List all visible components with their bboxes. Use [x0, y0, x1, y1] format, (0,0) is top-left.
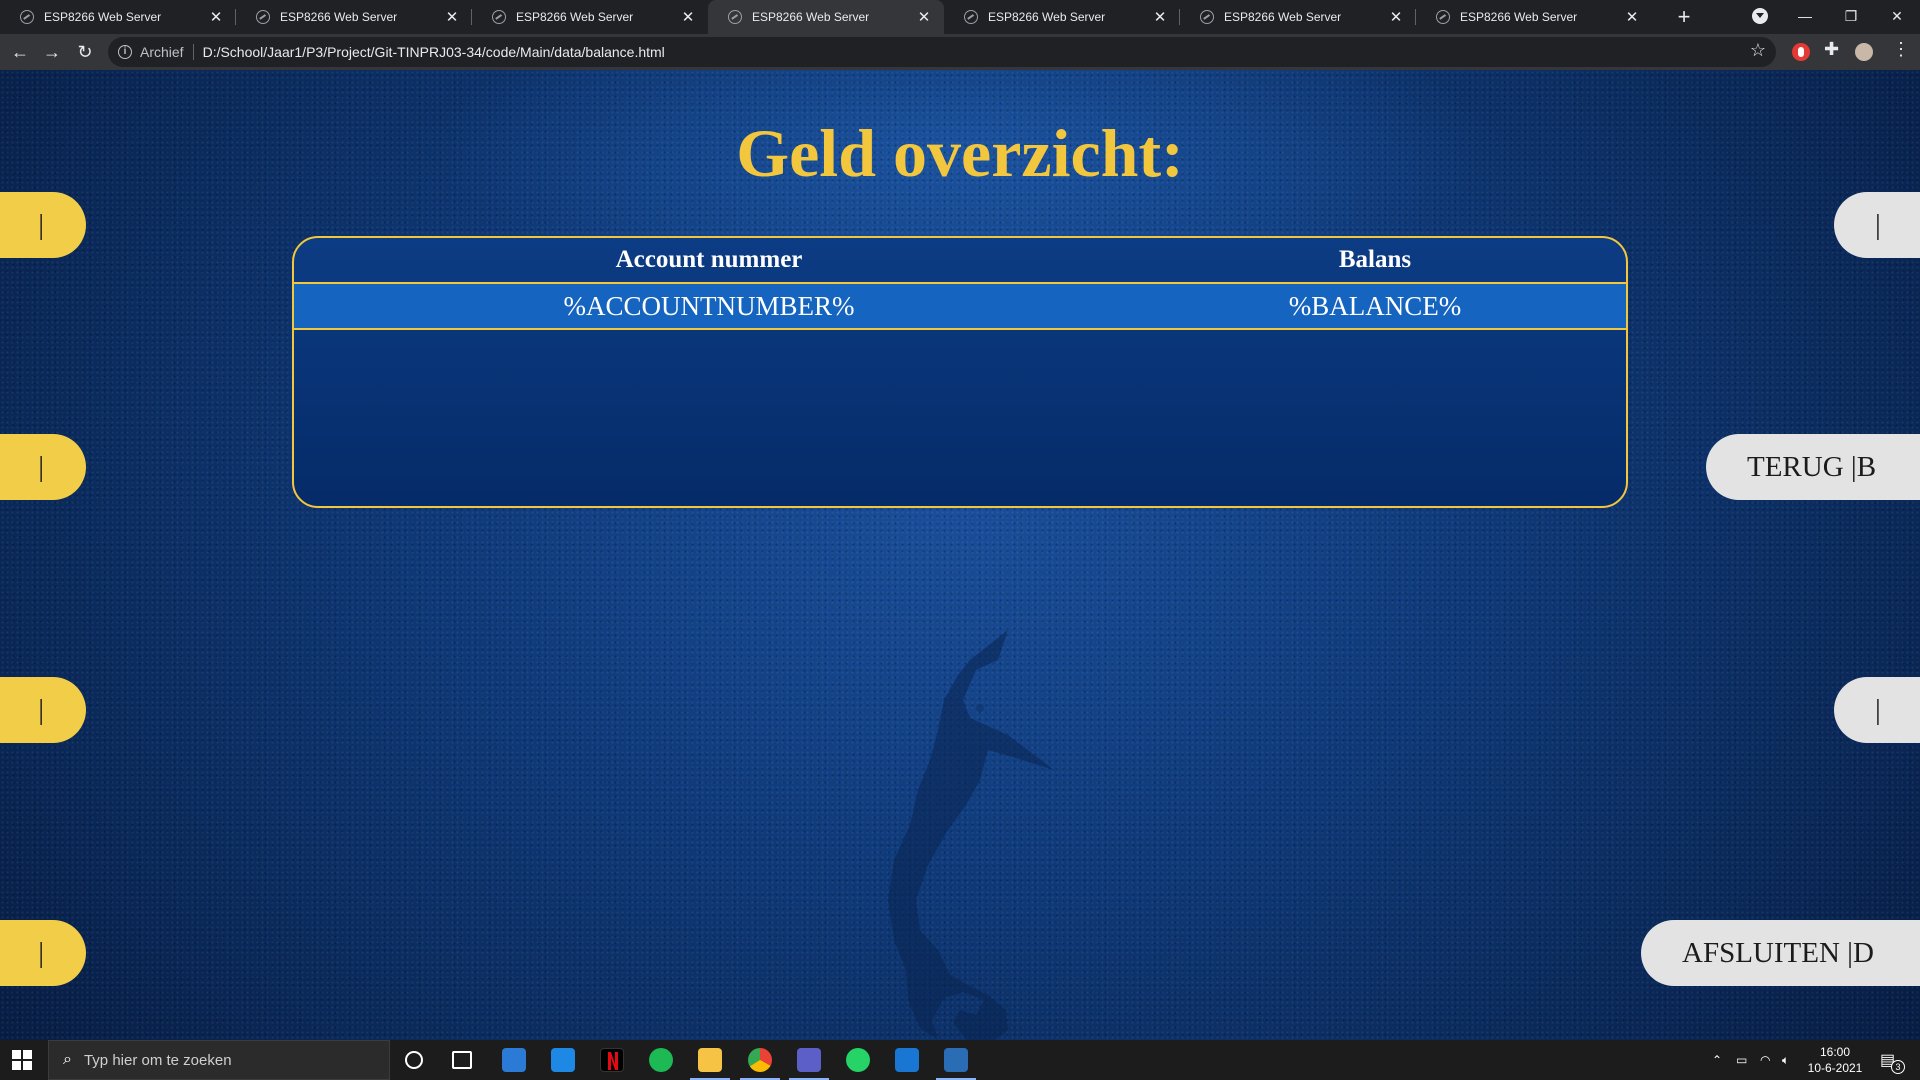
globe-icon [256, 10, 270, 24]
balance-cell: %BALANCE% [1288, 290, 1462, 321]
tab-search-icon[interactable] [1752, 8, 1768, 24]
back-arrow-icon[interactable]: ← [6, 38, 34, 66]
right-key-label: | [1875, 208, 1881, 241]
right-key-1[interactable]: | [1834, 192, 1920, 258]
left-key-4[interactable]: | [0, 920, 86, 986]
browser-tab[interactable]: ESP8266 Web Server ✕ [0, 0, 236, 34]
back-button[interactable]: TERUG |B [1706, 434, 1920, 500]
balance-table: Account nummer Balans %ACCOUNTNUMBER% %B… [292, 236, 1628, 508]
globe-icon [1436, 10, 1450, 24]
left-key-label: | [38, 936, 44, 969]
left-key-2[interactable]: | [0, 434, 86, 500]
address-bar[interactable]: i Archief D:/School/Jaar1/P3/Project/Git… [108, 37, 1776, 67]
close-tab-icon[interactable]: ✕ [208, 8, 224, 26]
table-header-row: Account nummer Balans [294, 238, 1626, 284]
globe-icon [492, 10, 506, 24]
store-icon[interactable] [502, 1048, 526, 1072]
close-session-button[interactable]: AFSLUITEN |D [1641, 920, 1920, 986]
origin-chip: Archief [140, 44, 194, 60]
tab-title: ESP8266 Web Server [752, 10, 870, 24]
tab-title: ESP8266 Web Server [988, 10, 1106, 24]
globe-icon [1200, 10, 1214, 24]
tab-title: ESP8266 Web Server [44, 10, 162, 24]
left-key-3[interactable]: | [0, 677, 86, 743]
windows-start-icon[interactable] [12, 1050, 32, 1070]
column-header-account: Account nummer [615, 246, 803, 273]
globe-icon [728, 10, 742, 24]
close-tab-icon[interactable]: ✕ [1624, 8, 1640, 26]
right-key-label: | [1875, 693, 1881, 726]
close-tab-icon[interactable]: ✕ [1152, 8, 1168, 26]
close-window-icon[interactable]: ✕ [1874, 0, 1920, 34]
clock-date: 10-6-2021 [1807, 1061, 1863, 1075]
left-key-1[interactable]: | [0, 192, 86, 258]
close-tab-icon[interactable]: ✕ [1388, 8, 1404, 26]
tab-title: ESP8266 Web Server [516, 10, 634, 24]
windows-taskbar: ⌕ Typ hier om te zoeken ⌃ ▭ ◠ 🔈︎ 16:00 1… [0, 1040, 1920, 1080]
close-tab-icon[interactable]: ✕ [444, 8, 460, 26]
url-text[interactable]: D:/School/Jaar1/P3/Project/Git-TINPRJ03-… [203, 44, 665, 60]
powershell-icon[interactable] [936, 1048, 976, 1080]
new-tab-plus-icon[interactable]: + [1670, 3, 1698, 31]
notification-count-badge: 3 [1891, 1060, 1905, 1074]
globe-icon [20, 10, 34, 24]
close-tab-icon[interactable]: ✕ [680, 8, 696, 26]
table-row: %ACCOUNTNUMBER% %BALANCE% [294, 284, 1626, 330]
left-key-label: | [38, 450, 44, 483]
tab-title: ESP8266 Web Server [1224, 10, 1342, 24]
search-icon: ⌕ [63, 1051, 72, 1068]
battery-icon[interactable]: ▭ [1736, 1040, 1747, 1080]
seahorse-watermark-icon [888, 630, 1054, 1040]
search-placeholder: Typ hier om te zoeken [83, 1051, 232, 1069]
browser-tab[interactable]: ESP8266 Web Server ✕ [1180, 0, 1416, 34]
mail-icon[interactable] [551, 1048, 575, 1072]
whatsapp-icon[interactable] [846, 1048, 870, 1072]
column-header-balance: Balans [1338, 246, 1412, 273]
volume-icon[interactable]: 🔈︎ [1782, 1040, 1789, 1080]
cortana-icon[interactable] [405, 1051, 423, 1069]
extension-red-icon[interactable] [1792, 43, 1810, 61]
reload-icon[interactable]: ↻ [71, 38, 99, 66]
page-title: Geld overzicht: [736, 115, 1184, 191]
tab-title: ESP8266 Web Server [1460, 10, 1578, 24]
clock-time: 16:00 [1819, 1045, 1851, 1059]
browser-tab-active[interactable]: ESP8266 Web Server ✕ [708, 0, 944, 34]
profile-avatar[interactable] [1855, 43, 1873, 61]
close-session-label: AFSLUITEN |D [1682, 936, 1874, 969]
wifi-icon[interactable]: ◠ [1760, 1040, 1770, 1080]
file-explorer-icon[interactable] [690, 1048, 730, 1080]
account-number-cell: %ACCOUNTNUMBER% [563, 290, 855, 321]
globe-icon [964, 10, 978, 24]
browser-tab[interactable]: ESP8266 Web Server ✕ [944, 0, 1180, 34]
right-key-3[interactable]: | [1834, 677, 1920, 743]
system-clock[interactable]: 16:00 10-6-2021 [1800, 1044, 1870, 1076]
bookmark-star-icon[interactable]: ☆ [1750, 40, 1766, 61]
vscode-icon[interactable] [895, 1048, 919, 1072]
close-tab-icon[interactable]: ✕ [916, 8, 932, 26]
netflix-icon[interactable] [600, 1048, 624, 1072]
tab-title: ESP8266 Web Server [280, 10, 398, 24]
show-hidden-icons-chevron-icon[interactable]: ⌃ [1712, 1040, 1722, 1080]
info-icon[interactable]: i [118, 45, 132, 59]
forward-arrow-icon[interactable]: → [38, 38, 66, 66]
page-viewport: Geld overzicht: Account nummer Balans %A… [0, 70, 1920, 1040]
teams-icon[interactable] [789, 1048, 829, 1080]
minimize-icon[interactable]: — [1782, 0, 1828, 34]
chrome-icon[interactable] [740, 1048, 780, 1080]
restore-icon[interactable]: ❐ [1828, 0, 1874, 34]
browser-tab-strip: ESP8266 Web Server ✕ ESP8266 Web Server … [0, 0, 1920, 34]
task-view-icon[interactable] [452, 1051, 472, 1069]
taskbar-search-box[interactable]: ⌕ Typ hier om te zoeken [48, 1040, 390, 1080]
back-button-label: TERUG |B [1747, 450, 1877, 483]
spotify-icon[interactable] [649, 1048, 673, 1072]
browser-toolbar: ← → ↻ i Archief D:/School/Jaar1/P3/Proje… [0, 34, 1920, 70]
left-key-label: | [38, 208, 44, 241]
browser-tab[interactable]: ESP8266 Web Server ✕ [236, 0, 472, 34]
extensions-puzzle-icon[interactable]: ✚ [1824, 39, 1839, 60]
browser-menu-icon[interactable]: ⋮ [1892, 39, 1910, 60]
left-key-label: | [38, 693, 44, 726]
browser-tab[interactable]: ESP8266 Web Server ✕ [1416, 0, 1652, 34]
browser-tab[interactable]: ESP8266 Web Server ✕ [472, 0, 708, 34]
